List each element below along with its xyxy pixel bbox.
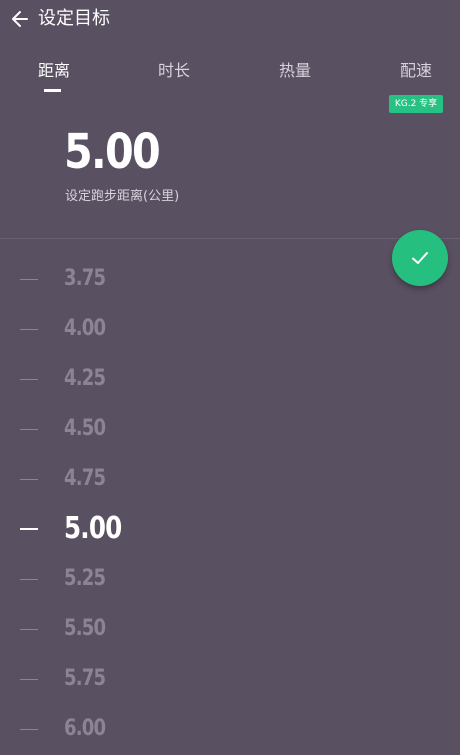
picker-tick (20, 429, 38, 430)
picker-row[interactable]: 4.25 (0, 355, 300, 405)
picker-tick (20, 729, 38, 730)
picker-row[interactable]: 5.25 (0, 555, 300, 605)
picker-value: 4.00 (64, 316, 106, 341)
picker-value: 6.00 (64, 716, 106, 741)
picker-row[interactable]: 6.00 (0, 705, 300, 755)
picker-row[interactable]: 5.75 (0, 655, 300, 705)
tab-duration[interactable]: 时长 (158, 60, 190, 82)
picker-row[interactable]: 3.75 (0, 255, 300, 305)
picker-value: 4.75 (64, 466, 106, 491)
picker-row[interactable]: 4.75 (0, 455, 300, 505)
tab-calories[interactable]: 热量 (279, 60, 311, 82)
picker-value: 5.75 (64, 666, 106, 691)
picker-row[interactable]: 5.50 (0, 605, 300, 655)
picker-value: 3.75 (64, 266, 106, 291)
tab-distance[interactable]: 距离 (38, 60, 70, 82)
picker-value: 4.25 (64, 366, 106, 391)
picker-tick (20, 629, 38, 630)
picker-tick (20, 479, 38, 480)
goal-value: 5.00 (64, 124, 161, 180)
tab-pace[interactable]: 配速 (400, 60, 432, 82)
picker-value: 5.25 (64, 566, 106, 591)
page-title: 设定目标 (38, 8, 110, 29)
top-bar: 设定目标 (0, 0, 460, 38)
picker-tick (20, 528, 38, 530)
picker-value: 5.50 (64, 616, 106, 641)
divider (0, 238, 460, 239)
picker-tick (20, 329, 38, 330)
picker-tick (20, 379, 38, 380)
picker-tick (20, 579, 38, 580)
active-tab-indicator (44, 89, 61, 92)
arrow-left-icon[interactable] (10, 9, 30, 29)
picker-row[interactable]: 4.00 (0, 305, 300, 355)
picker-value: 5.00 (64, 511, 122, 546)
distance-picker[interactable]: 3.75 4.00 4.25 4.50 4.75 5.00 5.25 5.50 … (0, 255, 460, 755)
picker-value: 4.50 (64, 416, 106, 441)
picker-tick (20, 279, 38, 280)
picker-tick (20, 679, 38, 680)
exclusive-badge: KG.2 专享 (389, 95, 443, 113)
picker-row[interactable]: 4.50 (0, 405, 300, 455)
goal-caption: 设定跑步距离(公里) (65, 189, 180, 204)
picker-row-selected[interactable]: 5.00 (0, 505, 300, 555)
